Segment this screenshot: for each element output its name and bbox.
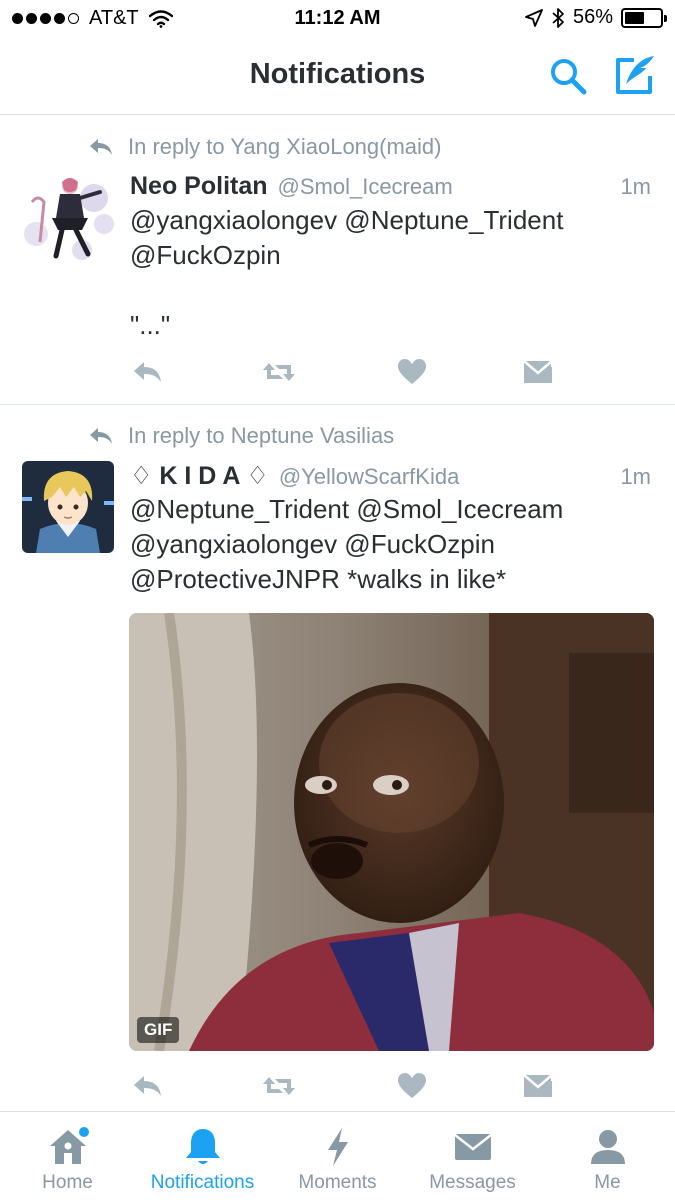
battery-level-fill <box>625 11 645 24</box>
tab-moments-label: Moments <box>298 1172 377 1193</box>
tab-notifications-label: Notifications <box>150 1172 255 1193</box>
username[interactable]: @Smol_Icecream <box>278 174 453 200</box>
tab-messages[interactable]: Messages <box>405 1112 540 1200</box>
retweet-icon[interactable] <box>261 1071 297 1101</box>
tab-moments[interactable]: Moments <box>270 1112 405 1200</box>
tweet-text: @yangxiaolongev @Neptune_Trident @FuckOz… <box>130 205 564 340</box>
bell-icon <box>185 1129 220 1164</box>
tweet-actions <box>130 357 560 387</box>
tweet-text: @Neptune_Trident @Smol_Icecream @yangxia… <box>130 494 564 594</box>
lightning-icon <box>327 1128 348 1166</box>
display-name[interactable]: ♢ K I D A ♢ <box>130 461 269 491</box>
username[interactable]: @YellowScarfKida <box>279 464 460 490</box>
status-bar: AT&T 11:12 AM 56% <box>0 0 675 38</box>
battery-icon <box>621 7 667 28</box>
avatar[interactable] <box>22 172 114 264</box>
timestamp: 1m <box>620 174 651 199</box>
reply-icon[interactable] <box>132 1071 164 1101</box>
reply-arrow-icon <box>90 428 112 444</box>
tweet-gif-media[interactable]: GIF <box>129 613 654 1051</box>
direct-message-icon[interactable] <box>522 1071 554 1101</box>
bluetooth-icon <box>552 7 564 28</box>
reply-context-text: In reply to Neptune Vasilias <box>128 423 395 448</box>
tab-notifications[interactable]: Notifications <box>135 1112 270 1200</box>
tweet[interactable]: In reply to Yang XiaoLong(maid) Neo Poli… <box>0 116 675 405</box>
reply-icon[interactable] <box>132 357 164 387</box>
gif-badge: GIF <box>137 1017 180 1043</box>
navigation-bar: Notifications <box>0 38 675 115</box>
battery-percent: 56% <box>572 6 613 28</box>
tab-home[interactable]: Home <box>0 1112 135 1200</box>
tweet-header: ♢ K I D A ♢ @YellowScarfKida 1m <box>130 461 651 491</box>
display-name[interactable]: Neo Politan <box>130 172 268 201</box>
person-icon <box>590 1130 625 1164</box>
tab-messages-label: Messages <box>429 1172 516 1193</box>
tweet-actions <box>130 1071 560 1101</box>
reply-context: In reply to Yang XiaoLong(maid) <box>88 134 442 160</box>
avatar[interactable] <box>22 461 114 553</box>
tab-me-label: Me <box>594 1172 621 1193</box>
reply-arrow-icon <box>90 139 112 155</box>
reply-context: In reply to Neptune Vasilias <box>88 423 394 449</box>
tab-home-label: Home <box>42 1172 93 1193</box>
reply-context-text: In reply to Yang XiaoLong(maid) <box>128 134 442 159</box>
like-icon[interactable] <box>396 1071 428 1101</box>
retweet-icon[interactable] <box>261 357 297 387</box>
home-icon <box>49 1127 89 1164</box>
search-icon[interactable] <box>548 56 588 96</box>
gif-image <box>129 613 654 1051</box>
compose-tweet-icon[interactable] <box>612 54 656 96</box>
like-icon[interactable] <box>396 357 428 387</box>
direct-message-icon[interactable] <box>522 357 554 387</box>
location-icon <box>525 8 543 27</box>
tweet-header: Neo Politan @Smol_Icecream 1m <box>130 172 651 201</box>
timestamp: 1m <box>620 464 651 489</box>
tab-me[interactable]: Me <box>540 1112 675 1200</box>
tab-bar: Home Notifications Moments Messages Me <box>0 1111 675 1200</box>
status-right: 56% <box>525 6 667 29</box>
envelope-icon <box>453 1134 492 1160</box>
